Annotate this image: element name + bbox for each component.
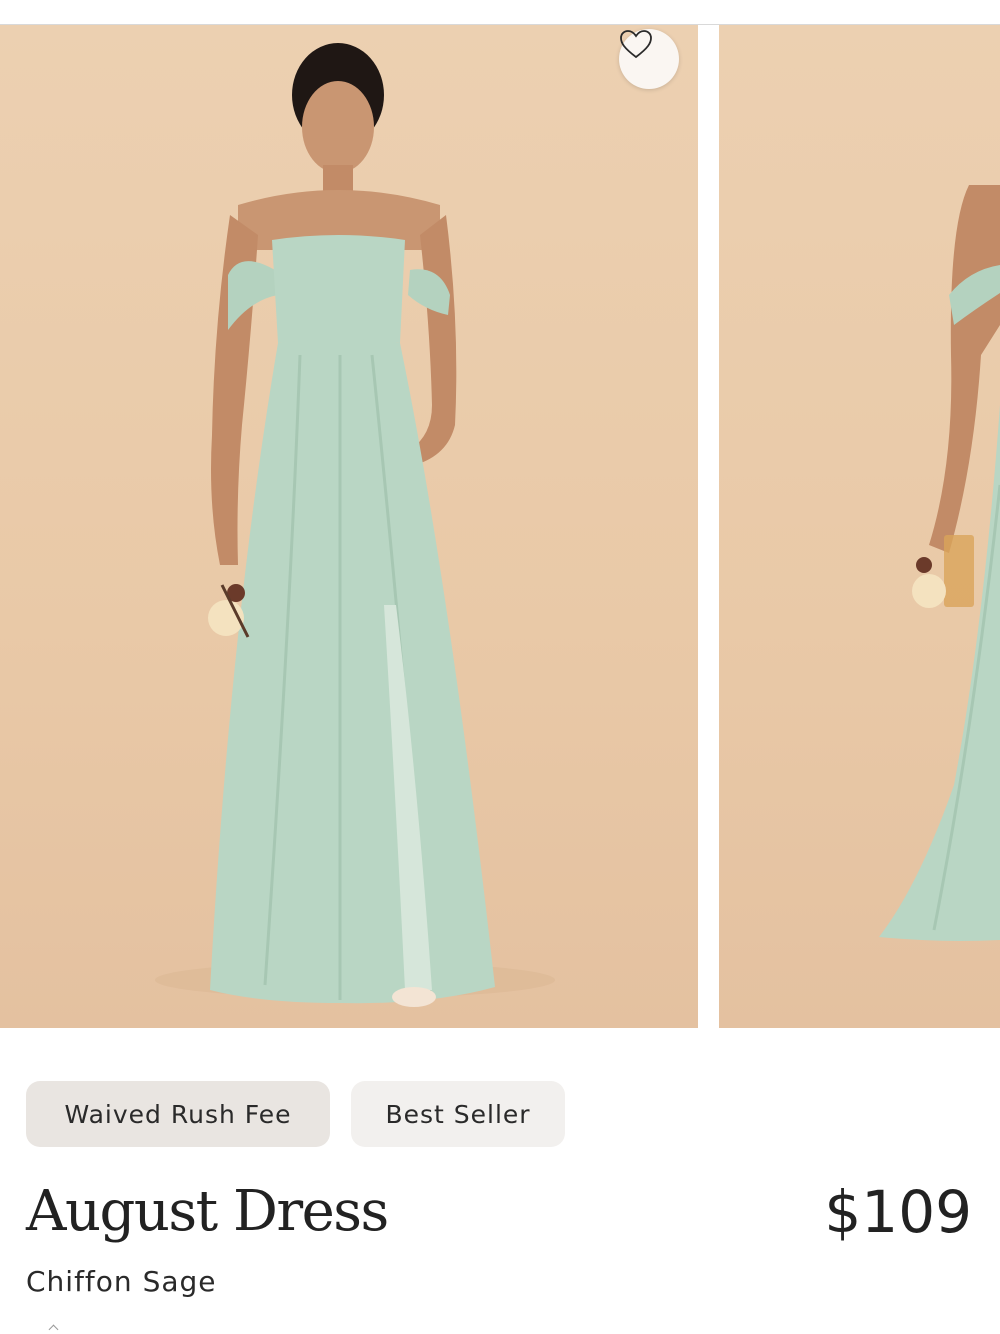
product-image-carousel[interactable] [0, 25, 1000, 1028]
waived-rush-fee-badge: Waived Rush Fee [26, 1081, 330, 1147]
product-name[interactable]: August Dress [26, 1172, 389, 1252]
product-photo-main[interactable] [0, 25, 698, 1028]
best-seller-badge: Best Seller [351, 1081, 565, 1147]
model-illustration-side [879, 185, 1000, 941]
product-fabric-color: Chiffon Sage [26, 1265, 217, 1298]
top-bar [0, 0, 1000, 25]
model-illustration [155, 43, 555, 1007]
product-price: $109 [824, 1178, 972, 1246]
product-badges: Waived Rush Fee Best Seller [26, 1081, 565, 1147]
heart-icon [620, 30, 652, 59]
favorite-button[interactable] [619, 29, 679, 89]
product-photo-secondary[interactable] [719, 25, 1000, 1028]
